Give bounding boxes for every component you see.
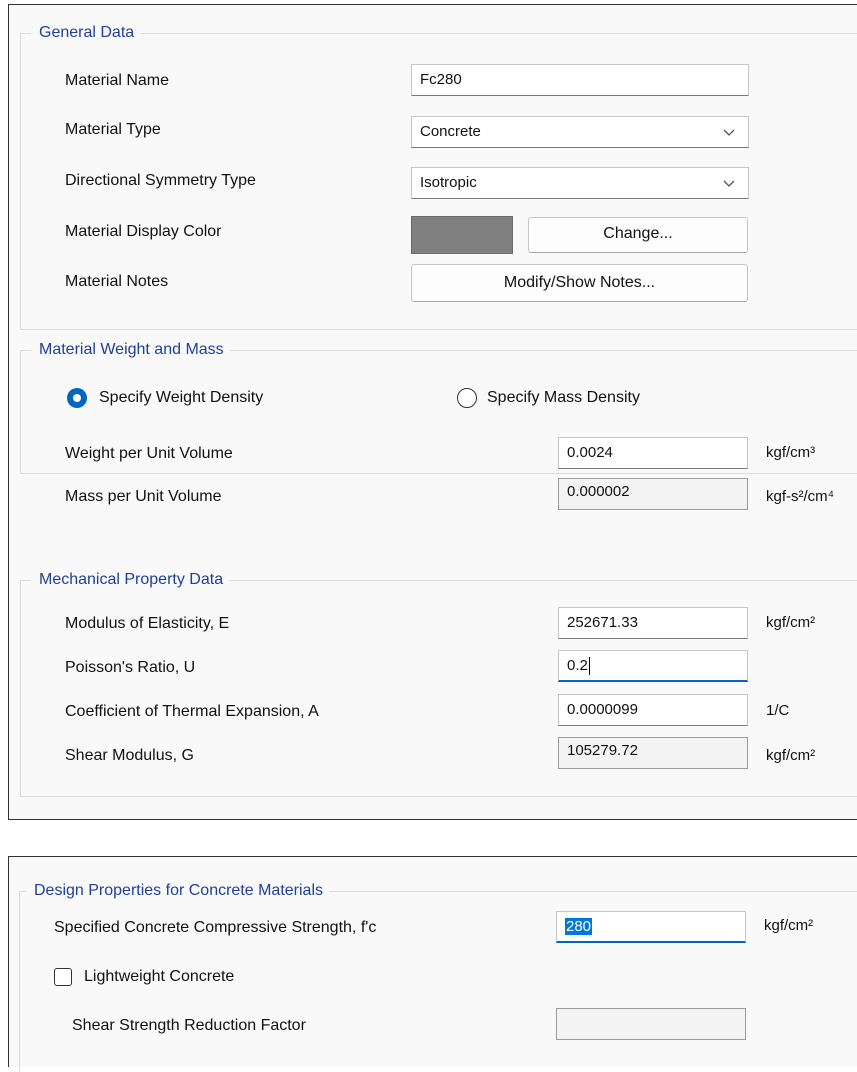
shear-modulus-label: Shear Modulus, G — [65, 747, 194, 764]
concrete-design-group: Design Properties for Concrete Materials… — [19, 881, 857, 1072]
lightweight-concrete-checkbox[interactable] — [54, 968, 72, 986]
display-color-label: Material Display Color — [65, 223, 222, 240]
shear-reduction-input — [556, 1008, 746, 1040]
chevron-down-icon — [723, 180, 735, 187]
poisson-ratio-value: 0.2 — [567, 657, 588, 674]
concrete-design-panel: Design Properties for Concrete Materials… — [8, 856, 857, 1072]
symmetry-type-label: Directional Symmetry Type — [65, 172, 256, 189]
fc-input[interactable]: 280 — [556, 911, 746, 943]
symmetry-type-value: Isotropic — [420, 174, 477, 191]
fc-unit: kgf/cm² — [764, 917, 814, 934]
poisson-ratio-label: Poisson's Ratio, U — [65, 659, 196, 676]
display-color-swatch — [411, 216, 513, 254]
weight-density-radio-label: Specify Weight Density — [99, 389, 264, 406]
mechanical-property-group: Mechanical Property Data Modulus of Elas… — [20, 570, 857, 797]
general-data-title: General Data — [31, 23, 141, 43]
modulus-elasticity-input[interactable]: 252671.33 — [558, 607, 748, 639]
lightweight-concrete-label: Lightweight Concrete — [84, 968, 235, 985]
shear-reduction-label: Shear Strength Reduction Factor — [72, 1017, 306, 1034]
modulus-elasticity-unit: kgf/cm² — [766, 614, 816, 631]
mass-per-volume-value: 0.000002 — [558, 478, 748, 510]
fc-label: Specified Concrete Compressive Strength,… — [54, 919, 377, 936]
material-type-value: Concrete — [420, 123, 481, 140]
mass-unit: kgf-s²/cm⁴ — [766, 488, 835, 505]
chevron-down-icon — [723, 129, 735, 136]
modulus-elasticity-label: Modulus of Elasticity, E — [65, 615, 230, 632]
weight-per-volume-label: Weight per Unit Volume — [65, 445, 233, 462]
text-caret — [588, 657, 590, 676]
modify-show-notes-button[interactable]: Modify/Show Notes... — [411, 264, 748, 302]
general-data-group: General Data Material Name Fc280 Materia… — [20, 23, 857, 330]
mass-density-radio[interactable] — [457, 388, 477, 408]
material-name-label: Material Name — [65, 72, 170, 89]
material-type-select[interactable]: Concrete — [411, 116, 749, 148]
material-name-input[interactable]: Fc280 — [411, 64, 749, 96]
mechanical-property-title: Mechanical Property Data — [31, 570, 230, 590]
thermal-expansion-label: Coefficient of Thermal Expansion, A — [65, 703, 319, 720]
poisson-ratio-input[interactable]: 0.2 — [558, 650, 748, 682]
material-property-panel: General Data Material Name Fc280 Materia… — [8, 4, 857, 820]
weight-density-radio[interactable] — [67, 388, 87, 408]
fc-value: 280 — [565, 918, 593, 935]
material-notes-label: Material Notes — [65, 273, 169, 290]
mass-density-radio-label: Specify Mass Density — [487, 389, 640, 406]
mass-per-volume-label: Mass per Unit Volume — [65, 488, 222, 505]
concrete-design-title: Design Properties for Concrete Materials — [26, 881, 330, 901]
thermal-expansion-input[interactable]: 0.0000099 — [558, 694, 748, 726]
weight-per-volume-input[interactable]: 0.0024 — [558, 437, 748, 469]
material-type-label: Material Type — [65, 121, 161, 138]
shear-modulus-unit: kgf/cm² — [766, 747, 816, 764]
symmetry-type-select[interactable]: Isotropic — [411, 167, 749, 199]
thermal-expansion-unit: 1/C — [766, 702, 790, 719]
shear-modulus-value: 105279.72 — [558, 737, 748, 769]
weight-mass-title: Material Weight and Mass — [31, 340, 230, 360]
weight-unit: kgf/cm³ — [766, 444, 816, 461]
weight-mass-group: Material Weight and Mass Specify Weight … — [20, 340, 857, 510]
change-color-button[interactable]: Change... — [528, 217, 748, 253]
